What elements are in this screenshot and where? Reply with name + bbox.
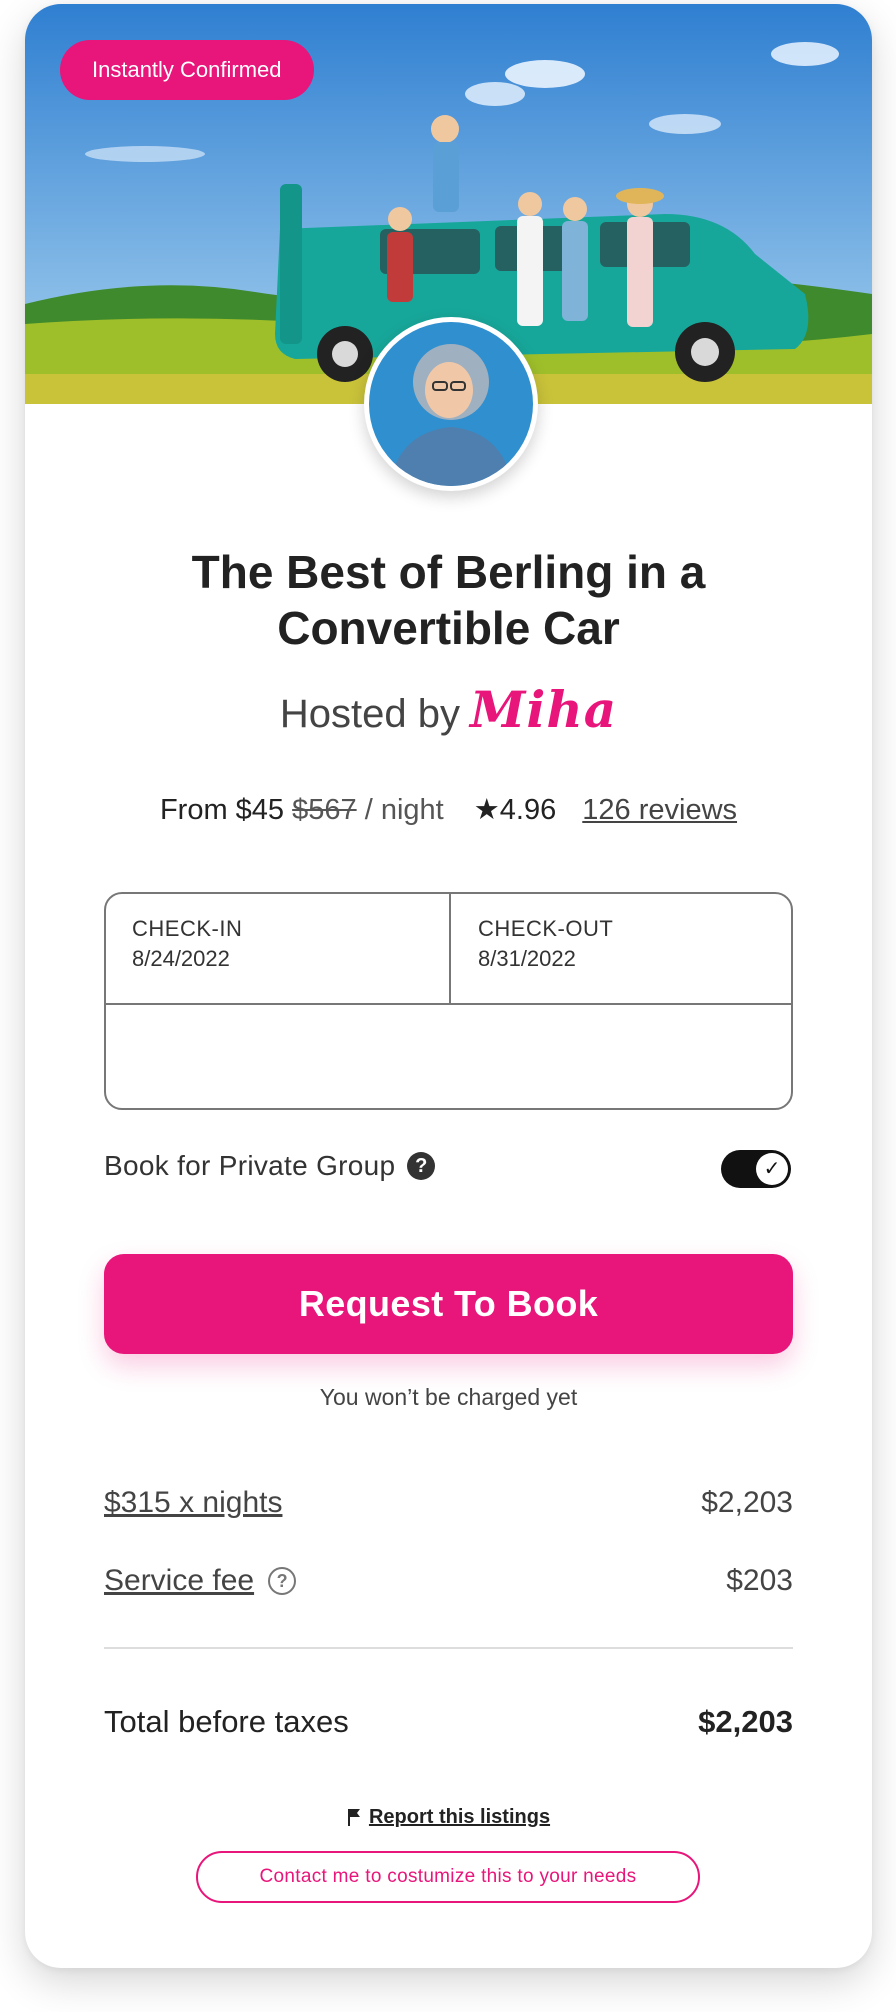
checkout-value: 8/31/2022 (478, 946, 576, 971)
private-group-toggle[interactable]: ✓ (721, 1150, 791, 1188)
total-amount: $2,203 (698, 1704, 793, 1739)
service-fee-amount: $203 (726, 1564, 793, 1597)
checkin-value: 8/24/2022 (132, 946, 230, 971)
total-row: Total before taxes $2,203 (104, 1704, 793, 1740)
checkin-field[interactable]: CHECK-IN 8/24/2022 (132, 916, 242, 972)
service-fee-label[interactable]: Service fee (104, 1564, 254, 1597)
report-link[interactable]: Report this listings (369, 1806, 550, 1828)
report-listing[interactable]: Report this listings (25, 1806, 872, 1829)
host-avatar[interactable] (364, 317, 538, 491)
flag-icon (347, 1809, 360, 1826)
price-row: From $45 $567 / night ★4.96 126 reviews (25, 792, 872, 827)
nights-fee-row: $315 x nights $2,203 (104, 1486, 793, 1520)
hosted-by-label: Hosted by (279, 692, 460, 736)
private-group-row: Book for Private Group ? (104, 1150, 436, 1182)
nights-fee-amount: $2,203 (701, 1486, 793, 1519)
checkmark-icon: ✓ (756, 1153, 788, 1185)
service-fee-row: Service fee? $203 (104, 1564, 793, 1598)
listing-title: The Best of Berling in a Convertible Car (191, 546, 706, 654)
question-circle-icon[interactable]: ? (407, 1152, 436, 1180)
date-divider (449, 894, 451, 1004)
per-night: / night (364, 794, 444, 826)
private-group-label: Book for Private Group (104, 1150, 396, 1181)
date-picker: CHECK-IN 8/24/2022 CHECK-OUT 8/31/2022 (104, 892, 793, 1110)
divider (104, 1647, 793, 1649)
checkout-label: CHECK-OUT (478, 916, 614, 941)
reviews-link[interactable]: 126 reviews (582, 794, 737, 826)
rating: ★4.96 (473, 794, 557, 826)
question-circle-icon[interactable]: ? (268, 1567, 297, 1595)
hosted-by: Hosted by Miha (25, 680, 872, 739)
listing-card: Instantly Confirmed The Best of Berling … (25, 4, 872, 1968)
contact-button[interactable]: Contact me to costumize this to your nee… (196, 1851, 700, 1903)
checkout-field[interactable]: CHECK-OUT 8/31/2022 (478, 916, 613, 972)
old-price: $567 (292, 794, 357, 826)
nights-fee-label[interactable]: $315 x nights (104, 1486, 282, 1519)
total-label: Total before taxes (104, 1704, 349, 1739)
instantly-confirmed-badge: Instantly Confirmed (60, 40, 314, 100)
host-name[interactable]: Miha (470, 680, 617, 739)
guests-divider (106, 1003, 791, 1005)
price-from: From $45 (159, 794, 285, 826)
no-charge-note: You won’t be charged yet (319, 1384, 578, 1410)
request-to-book-button[interactable]: Request To Book (104, 1254, 793, 1354)
checkin-label: CHECK-IN (132, 916, 243, 941)
avatar-photo (369, 322, 533, 486)
